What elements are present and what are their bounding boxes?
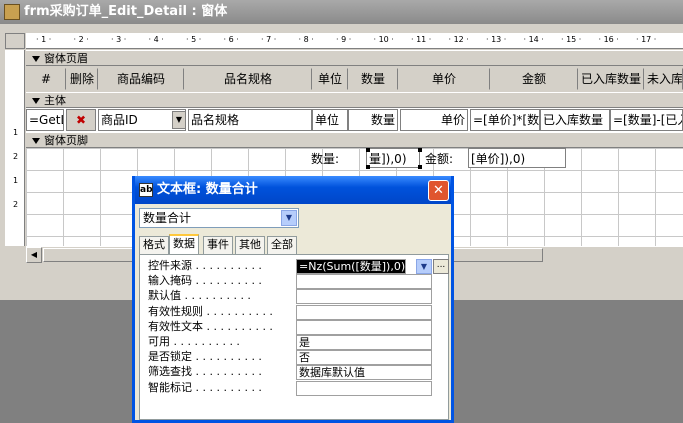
property-sheet-title: 文本框: 数量合计 xyxy=(157,182,258,197)
ruler-mark: · 8 · xyxy=(298,35,314,44)
property-sheet-titlebar[interactable]: ab 文本框: 数量合计 xyxy=(135,176,451,204)
ruler-mark: · 14 · xyxy=(523,35,544,44)
detail-section[interactable]: =GetL商品ID品名规格单位数量单价=[单价]*[数量]已入库数量=[数量]-… xyxy=(26,108,683,132)
textbox-icon: ab xyxy=(139,183,153,197)
header-label[interactable]: 已入库数量 xyxy=(578,68,644,90)
header-label[interactable]: # xyxy=(26,68,66,90)
ruler-mark: 2 xyxy=(13,152,19,161)
chevron-down-icon[interactable]: ▼ xyxy=(416,259,432,274)
ruler-mark: 2 xyxy=(13,200,19,209)
property-value[interactable]: 数据库默认值 xyxy=(296,365,432,381)
section-arrow-icon xyxy=(32,138,40,144)
delete-icon: ✖ xyxy=(75,113,87,127)
property-name: 输入掩码 . . . . . . . . . . xyxy=(148,274,262,288)
property-name: 有效性规则 . . . . . . . . . . xyxy=(148,304,273,318)
property-name: 智能标记 . . . . . . . . . . xyxy=(148,380,262,394)
tab-format[interactable]: 格式 xyxy=(139,236,169,254)
ruler-mark: · 5 · xyxy=(186,35,202,44)
ruler-mark: · 9 · xyxy=(336,35,352,44)
section-bar-detail[interactable]: 主体 xyxy=(26,92,683,108)
close-button[interactable]: ✕ xyxy=(428,180,449,201)
selection-handle[interactable] xyxy=(366,165,370,169)
close-icon: ✕ xyxy=(433,183,444,198)
ruler-mark: · 1 · xyxy=(36,35,52,44)
selection-handle[interactable] xyxy=(418,165,422,169)
ruler-mark: 1 xyxy=(13,176,19,185)
property-name: 是否锁定 . . . . . . . . . . xyxy=(148,350,262,364)
selection-handle[interactable] xyxy=(366,148,370,152)
footer-amount-label[interactable]: 金额: xyxy=(422,148,466,168)
ruler-mark: · 11 · xyxy=(411,35,432,44)
header-label[interactable]: 未入库数量 xyxy=(644,68,683,90)
property-sheet-window: ab 文本框: 数量合计 ✕ 数量合计 ▼ 格式 数据 事件 其他 全部 控件来… xyxy=(132,176,454,423)
section-bar-header[interactable]: 窗体页眉 xyxy=(26,50,683,66)
ruler-mark: · 12 · xyxy=(448,35,469,44)
property-name: 默认值 . . . . . . . . . . xyxy=(148,289,251,303)
property-value[interactable]: 否 xyxy=(296,350,432,366)
ruler-mark: · 2 · xyxy=(73,35,89,44)
selection-handle[interactable] xyxy=(418,148,422,152)
chevron-down-icon[interactable]: ▼ xyxy=(172,111,186,129)
property-panel: 控件来源 . . . . . . . . . . =Nz(Sum([数量]),0)… xyxy=(139,254,449,420)
spec-textbox[interactable]: 品名规格 xyxy=(188,109,312,131)
vertical-ruler[interactable]: 1 2 1 2 xyxy=(5,50,25,246)
ruler-corner[interactable] xyxy=(5,33,25,49)
header-label[interactable]: 金额 xyxy=(490,68,578,90)
not-in-textbox[interactable]: =[数量]-[已入库数量] xyxy=(610,109,683,131)
header-label[interactable]: 数量 xyxy=(348,68,398,90)
design-window-title: frm采购订单_Edit_Detail : 窗体 xyxy=(24,4,228,19)
ruler-mark: · 4 · xyxy=(148,35,164,44)
property-value[interactable] xyxy=(296,380,432,396)
section-arrow-icon xyxy=(32,98,40,104)
property-value[interactable] xyxy=(296,319,432,335)
tab-all[interactable]: 全部 xyxy=(267,236,297,254)
delete-button[interactable]: ✖ xyxy=(66,109,96,131)
header-label[interactable]: 品名规格 xyxy=(184,68,312,90)
ruler-mark: · 16 · xyxy=(598,35,619,44)
property-value[interactable]: =Nz(Sum([数量]),0) xyxy=(296,259,406,274)
ruler-mark: · 3 · xyxy=(111,35,127,44)
unit-textbox[interactable]: 单位 xyxy=(312,109,348,131)
property-name: 有效性文本 . . . . . . . . . . xyxy=(148,319,273,333)
ruler-mark: · 6 · xyxy=(223,35,239,44)
header-label[interactable]: 单位 xyxy=(312,68,348,90)
header-label[interactable]: 商品编码 xyxy=(98,68,184,90)
footer-qty-label[interactable]: 数量: xyxy=(308,148,364,168)
getl-textbox[interactable]: =GetL xyxy=(26,109,64,131)
horizontal-ruler[interactable]: · 1 · · 2 · · 3 · · 4 · · 5 · · 6 · · 7 · · 8 ·… xyxy=(26,33,683,49)
tab-event[interactable]: 事件 xyxy=(203,236,233,254)
footer-amount-textbox[interactable]: [单价]),0) xyxy=(468,148,566,168)
property-value[interactable] xyxy=(296,304,432,320)
ruler-mark: · 17 · xyxy=(636,35,657,44)
property-name: 筛选查找 . . . . . . . . . . xyxy=(148,365,262,379)
tab-data[interactable]: 数据 xyxy=(169,234,199,255)
scroll-left-arrow-icon[interactable]: ◀ xyxy=(26,247,42,263)
property-name: 可用 . . . . . . . . . . xyxy=(148,335,240,348)
builder-button[interactable]: ... xyxy=(433,259,449,274)
chevron-down-icon[interactable]: ▼ xyxy=(281,210,297,226)
qty-textbox[interactable]: 数量 xyxy=(348,109,398,131)
header-label[interactable]: 单价 xyxy=(398,68,490,90)
header-label[interactable]: 删除 xyxy=(66,68,98,90)
header-section[interactable]: #删除商品编码品名规格单位数量单价金额已入库数量未入库数量 xyxy=(26,66,683,92)
price-textbox[interactable]: 单价 xyxy=(400,109,468,131)
ruler-mark: · 15 · xyxy=(561,35,582,44)
ruler-mark: · 13 · xyxy=(486,35,507,44)
in-qty-textbox[interactable]: 已入库数量 xyxy=(540,109,610,131)
ruler-mark: 1 xyxy=(13,128,19,137)
design-window-titlebar[interactable]: frm采购订单_Edit_Detail : 窗体 xyxy=(0,0,683,24)
tab-other[interactable]: 其他 xyxy=(235,236,265,254)
amount-textbox[interactable]: =[单价]*[数量] xyxy=(470,109,540,131)
property-name: 控件来源 . . . . . . . . . . xyxy=(148,259,262,272)
object-select[interactable]: 数量合计 ▼ xyxy=(139,208,299,228)
section-bar-footer[interactable]: 窗体页脚 xyxy=(26,132,683,148)
property-value[interactable] xyxy=(296,289,432,305)
ruler-mark: · 10 · xyxy=(373,35,394,44)
footer-qty-textbox[interactable]: 量]),0) xyxy=(366,148,420,168)
form-icon xyxy=(4,4,20,20)
ruler-mark: · 7 · xyxy=(261,35,277,44)
property-value[interactable] xyxy=(296,274,432,290)
section-arrow-icon xyxy=(32,56,40,62)
property-value[interactable]: 是 xyxy=(296,335,432,350)
